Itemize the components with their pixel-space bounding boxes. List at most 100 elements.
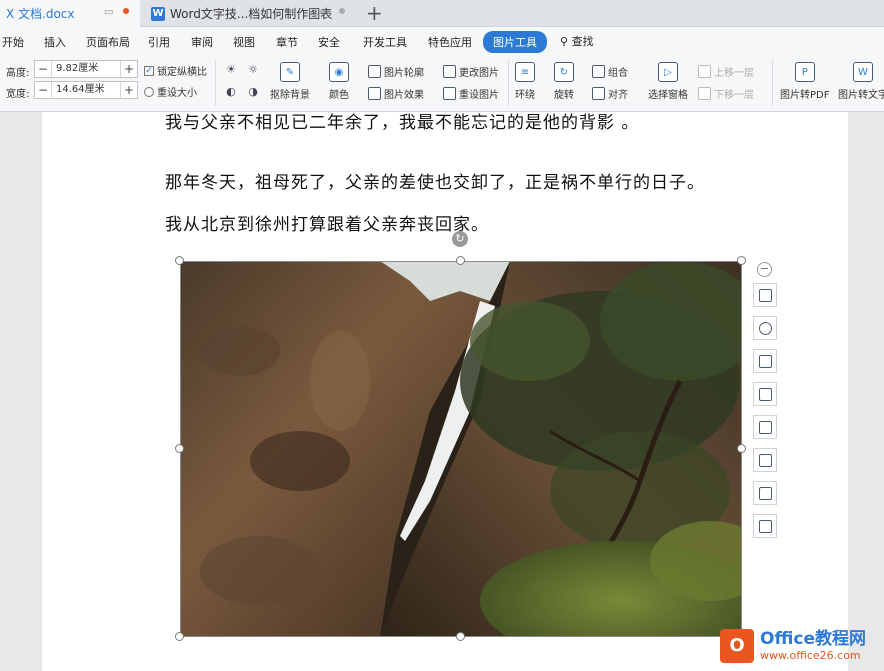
pic-effect-label: 图片效果 [384,90,424,101]
layout-options-icon [758,288,772,302]
select-pane-button[interactable]: ▷ 选择窗格 [648,62,688,101]
resize-handle-left[interactable] [175,444,184,453]
pic-to-text-button[interactable] [753,481,777,505]
remove-bg-label: 抠除背景 [270,90,310,101]
to-text-label: 图片转文字 [838,90,884,101]
to-pdf-button[interactable]: P 图片转PDF [780,62,829,101]
menu-home[interactable]: 开始 [2,34,24,50]
menu-insert[interactable]: 插入 [44,34,66,50]
menu-view[interactable]: 视图 [233,34,255,50]
watermark: O Office教程网 www.office26.com [720,620,884,671]
wrap-label: 环绕 [515,90,535,101]
convert-icon [758,453,772,467]
menu-picture-tools[interactable]: 图片工具 [483,31,547,53]
tab-title: Word文字技...档如何制作图表 [170,7,333,21]
width-label: 宽度: [6,89,30,100]
resize-handle-top[interactable] [456,256,465,265]
change-pic-icon [443,65,456,78]
rotate-label: 旋转 [554,90,574,101]
watermark-brand: Office教程网 [760,628,867,649]
resize-handle-bottom[interactable] [456,632,465,641]
change-pic-label: 更改图片 [459,68,499,79]
lock-ratio-label: 锁定纵横比 [157,67,207,78]
search-icon: ⚲ [560,35,569,48]
pic-outline-button[interactable]: 图片轮廓 [368,64,424,79]
tab-document[interactable]: X 文档.docx ▭ [0,0,140,27]
bring-forward-button[interactable]: 上移一层 [698,64,754,79]
menu-special[interactable]: 特色应用 [428,34,472,50]
remove-bg-side-button[interactable] [753,349,777,373]
select-pane-label: 选择窗格 [648,90,688,101]
enhance-icon [758,420,772,434]
effect-icon [368,87,381,100]
remove-bg-icon [758,354,772,368]
paragraph-3[interactable]: 我从北京到徐州打算跟着父亲奔丧回家。 [165,210,489,235]
search-label: 查找 [571,35,594,48]
menu-search[interactable]: ⚲ 查找 [560,33,594,49]
menu-security[interactable]: 安全 [318,34,340,50]
contrast-down-icon[interactable]: ◑ [246,84,260,98]
minus-icon[interactable]: − [35,62,51,76]
width-input[interactable]: − 14.64厘米 + [34,81,138,99]
height-value[interactable]: 9.82厘米 [51,61,121,77]
minus-icon[interactable]: − [35,83,51,97]
enhance-button[interactable] [753,415,777,439]
tab-bar: X 文档.docx ▭ W Word文字技...档如何制作图表 ▭ + [0,0,884,27]
menu-developer[interactable]: 开发工具 [363,34,407,50]
rotate-icon: ↻ [554,62,574,82]
layout-options-button[interactable] [753,283,777,307]
selection-frame [180,261,742,637]
paragraph-1[interactable]: 我与父亲不相见已二年余了，我最不能忘记的是他的背影 。 [165,108,639,133]
window-icon[interactable]: ▭ [104,7,113,18]
menu-references[interactable]: 引用 [148,34,170,50]
to-text-button[interactable]: W 图片转文字 [838,62,884,101]
print-button[interactable] [753,514,777,538]
brightness-up-icon[interactable]: ☀ [224,62,238,76]
collapse-icon[interactable]: − [757,262,772,277]
resize-handle-top-right[interactable] [737,256,746,265]
reset-pic-button[interactable]: 重设图片 [443,86,499,101]
wrap-button[interactable]: ≡ 环绕 [515,62,535,101]
group-button[interactable]: 组合 [592,64,628,79]
watermark-url: www.office26.com [760,648,861,662]
paragraph-2[interactable]: 那年冬天，祖母死了，父亲的差使也交卸了，正是祸不单行的日子。 [165,168,705,193]
height-label: 高度: [6,68,30,79]
lock-ratio-checkbox[interactable]: ✓ 锁定纵横比 [144,63,207,78]
to-pdf-label: 图片转PDF [780,90,830,101]
reset-size-label: 重设大小 [157,88,197,99]
menu-chapter[interactable]: 章节 [276,34,298,50]
bring-forward-icon [698,65,711,78]
tab-word-tips[interactable]: W Word文字技...档如何制作图表 ▭ [145,0,355,27]
color-button[interactable]: ◉ 颜色 [329,62,349,101]
plus-icon[interactable]: + [121,62,137,76]
resize-handle-bottom-left[interactable] [175,632,184,641]
align-button[interactable]: 对齐 [592,86,628,101]
separator [508,60,509,106]
checkbox-icon: ✓ [144,65,154,76]
resize-handle-right[interactable] [737,444,746,453]
convert-button[interactable] [753,448,777,472]
menu-review[interactable]: 审阅 [191,34,213,50]
pic-effect-button[interactable]: 图片效果 [368,86,424,101]
crop-button[interactable] [753,382,777,406]
rotate-handle-icon[interactable]: ↻ [452,231,468,247]
resize-handle-top-left[interactable] [175,256,184,265]
outline-icon [368,65,381,78]
align-icon [592,87,605,100]
menu-page-layout[interactable]: 页面布局 [86,34,130,50]
contrast-up-icon[interactable]: ◐ [224,84,238,98]
width-value[interactable]: 14.64厘米 [51,82,121,98]
change-pic-button[interactable]: 更改图片 [443,64,499,79]
color-label: 颜色 [329,90,349,101]
height-input[interactable]: − 9.82厘米 + [34,60,138,78]
zoom-button[interactable] [753,316,777,340]
remove-bg-button[interactable]: ✎ 抠除背景 [270,62,310,101]
send-backward-button[interactable]: 下移一层 [698,86,754,101]
rotate-button[interactable]: ↻ 旋转 [554,62,574,101]
window-icon[interactable]: ▭ [319,7,328,18]
new-tab-icon[interactable]: + [366,2,383,24]
brightness-down-icon[interactable]: ☼ [246,62,260,76]
plus-icon[interactable]: + [121,83,137,97]
reset-size-button[interactable]: 重设大小 [144,84,197,99]
print-icon [758,519,772,533]
